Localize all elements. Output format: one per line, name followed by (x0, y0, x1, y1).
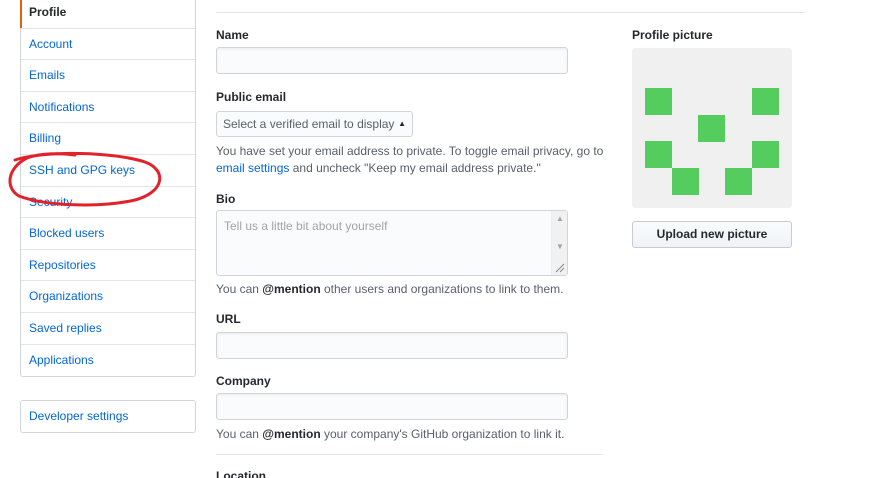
bio-label: Bio (216, 192, 236, 206)
company-note-text: You can (216, 427, 259, 441)
upload-picture-button[interactable]: Upload new picture (632, 221, 792, 248)
sidebar-item-organizations[interactable]: Organizations (21, 281, 195, 313)
name-input[interactable] (216, 47, 568, 74)
sidebar-item-applications[interactable]: Applications (21, 345, 195, 377)
url-label: URL (216, 312, 241, 326)
url-input[interactable] (216, 332, 568, 359)
company-note-mention: @mention (262, 427, 321, 441)
identicon-block (725, 168, 752, 195)
bio-placeholder: Tell us a little bit about yourself (224, 219, 388, 233)
email-settings-link[interactable]: email settings (216, 161, 289, 175)
sidebar-item-repositories[interactable]: Repositories (21, 250, 195, 282)
email-note-text: You have set your email address to priva… (216, 144, 604, 158)
company-note: You can @mention your company's GitHub o… (216, 426, 564, 443)
identicon-block (672, 168, 699, 195)
developer-sidebar: Developer settings (20, 400, 196, 433)
bio-note-mention: @mention (262, 282, 321, 296)
avatar (632, 48, 792, 208)
bio-note: You can @mention other users and organiz… (216, 281, 563, 298)
public-email-select[interactable]: Select a verified email to display ▲ (216, 111, 413, 137)
sidebar-item-profile[interactable]: Profile (20, 0, 195, 29)
bio-textarea[interactable]: Tell us a little bit about yourself ▲ ▼ (216, 210, 568, 276)
scroll-up-icon[interactable]: ▲ (556, 214, 564, 223)
public-email-select-value: Select a verified email to display (223, 117, 395, 131)
identicon-block (752, 88, 779, 115)
sidebar-item-emails[interactable]: Emails (21, 60, 195, 92)
identicon-block (698, 115, 725, 142)
select-arrows-icon: ▲ (398, 119, 406, 128)
sidebar-item-ssh-gpg-keys[interactable]: SSH and GPG keys (21, 155, 195, 187)
sidebar-item-security[interactable]: Security (21, 187, 195, 219)
sidebar-item-notifications[interactable]: Notifications (21, 92, 195, 124)
company-note-text-end: your company's GitHub organization to li… (324, 427, 565, 441)
bio-note-text: You can (216, 282, 259, 296)
company-label: Company (216, 374, 271, 388)
header-divider (216, 12, 805, 13)
sidebar-item-saved-replies[interactable]: Saved replies (21, 313, 195, 345)
public-email-label: Public email (216, 90, 287, 104)
scroll-down-icon[interactable]: ▼ (556, 242, 564, 251)
identicon-block (645, 141, 672, 168)
profile-picture-label: Profile picture (632, 28, 713, 42)
sidebar-item-blocked-users[interactable]: Blocked users (21, 218, 195, 250)
identicon-block (645, 88, 672, 115)
email-note-text-end: and uncheck "Keep my email address priva… (292, 161, 541, 175)
name-label: Name (216, 28, 249, 42)
sidebar-item-account[interactable]: Account (21, 29, 195, 61)
sidebar-item-billing[interactable]: Billing (21, 123, 195, 155)
section-divider (216, 454, 603, 455)
settings-sidebar: Profile Account Emails Notifications Bil… (20, 0, 196, 378)
email-privacy-note: You have set your email address to priva… (216, 143, 606, 177)
location-label: Location (216, 469, 266, 478)
resize-grip-icon[interactable] (555, 263, 565, 273)
company-input[interactable] (216, 393, 568, 420)
identicon-block (752, 141, 779, 168)
sidebar-item-developer-settings[interactable]: Developer settings (21, 401, 195, 432)
bio-note-text-end: other users and organizations to link to… (324, 282, 564, 296)
